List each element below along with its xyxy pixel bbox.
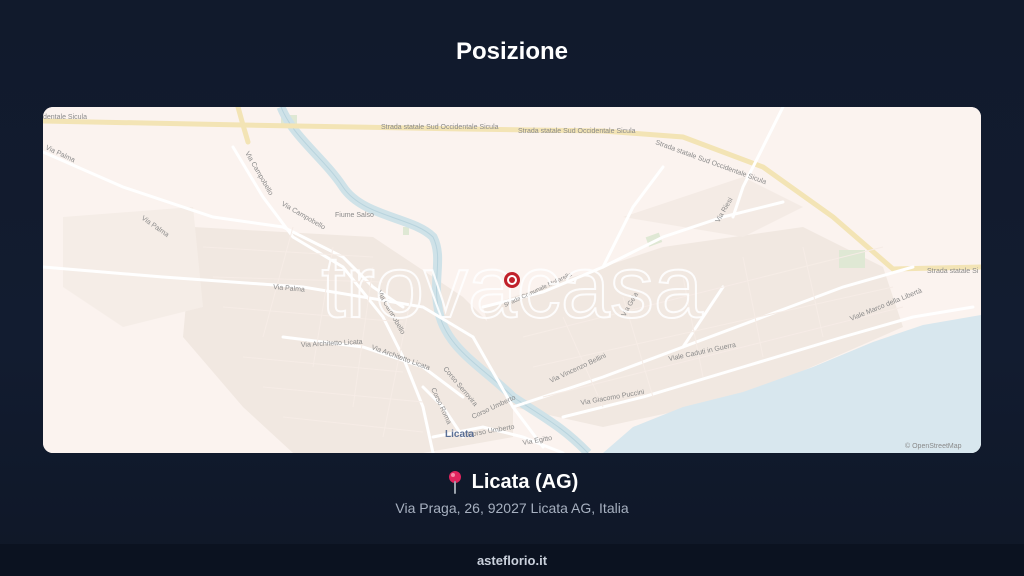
map-attribution[interactable]: © OpenStreetMap	[905, 442, 962, 450]
address: Via Praga, 26, 92027 Licata AG, Italia	[395, 500, 629, 516]
road-label: dentale Sicula	[43, 114, 87, 121]
map[interactable]: Strada statale Sud Occidentale Sicula St…	[43, 107, 981, 453]
footer-site-link[interactable]: asteflorio.it	[477, 553, 547, 568]
location-row: Licata (AG)	[0, 470, 1024, 494]
pin-icon	[446, 470, 464, 494]
road-label: Strada statale Sud Occidentale Sicula	[518, 128, 636, 135]
town-label: Licata	[445, 429, 474, 440]
road-label: Strada statale Sud Occidentale Sicula	[381, 124, 499, 131]
city-name: Licata (AG)	[471, 470, 579, 493]
page-title: Posizione	[455, 38, 569, 65]
road-label: Strada statale Si	[927, 268, 979, 275]
map-canvas[interactable]: Strada statale Sud Occidentale Sicula St…	[43, 107, 981, 453]
footer: asteflorio.it	[0, 544, 1024, 576]
location-marker[interactable]	[504, 272, 520, 288]
road-label: Fiume Salso	[335, 212, 374, 219]
